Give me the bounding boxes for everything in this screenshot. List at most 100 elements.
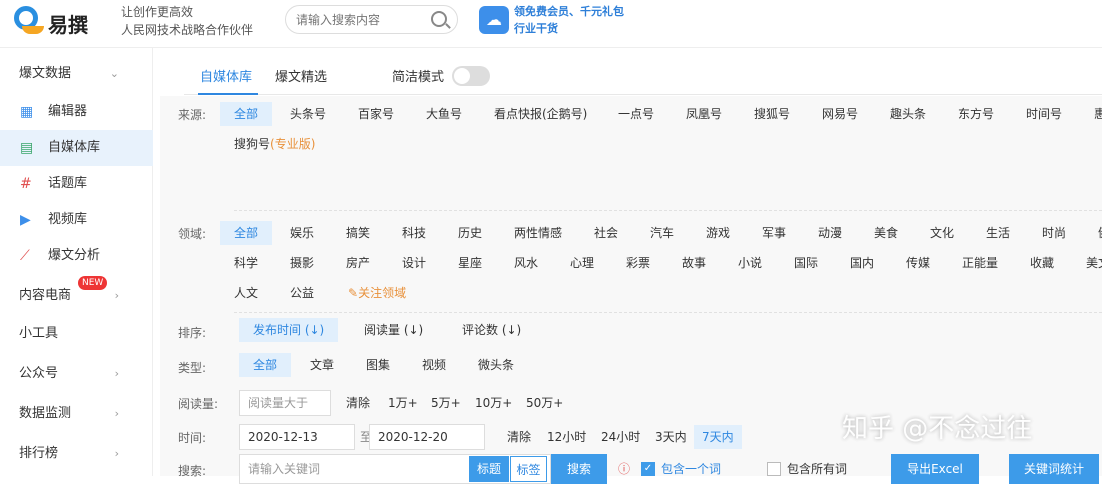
domain-option[interactable]: 搞笑 [346, 221, 370, 245]
reads-option[interactable]: 1万+ [388, 391, 418, 415]
domain-option[interactable]: 风水 [514, 251, 538, 275]
domain-option[interactable]: 科技 [402, 221, 426, 245]
source-option[interactable]: 趣头条 [890, 102, 926, 126]
help-icon[interactable]: ⓘ [618, 457, 630, 481]
domain-option[interactable]: 公益 [290, 281, 314, 305]
source-option[interactable]: 头条号 [290, 102, 326, 126]
sidebar-item-media-library[interactable]: ▤ 自媒体库 [0, 130, 153, 166]
sort-reads[interactable]: 阅读量 (↓) [364, 318, 423, 342]
domain-option[interactable]: 文化 [930, 221, 954, 245]
title-filter-button[interactable]: 标题 [469, 456, 509, 482]
domain-option[interactable]: 摄影 [290, 251, 314, 275]
domain-option[interactable]: 人文 [234, 281, 258, 305]
sidebar-item-analysis[interactable]: ⟋ 爆文分析 [0, 238, 153, 274]
domain-option[interactable]: 两性情感 [514, 221, 562, 245]
tab-media-library[interactable]: 自媒体库 [200, 66, 252, 85]
tab-hot-picks[interactable]: 爆文精选 [275, 66, 327, 85]
domain-option[interactable]: 收藏 [1030, 251, 1054, 275]
contain-one-checkbox[interactable]: ✓ [641, 462, 655, 476]
source-all[interactable]: 全部 [220, 102, 273, 126]
domain-option[interactable]: 美文 [1086, 251, 1102, 275]
domain-option[interactable]: 娱乐 [290, 221, 314, 245]
simple-mode-toggle[interactable] [452, 66, 490, 86]
source-option[interactable]: 东方号 [958, 102, 994, 126]
domain-option[interactable]: 心理 [570, 251, 594, 275]
type-option[interactable]: 微头条 [478, 353, 514, 377]
domain-option[interactable]: 故事 [682, 251, 706, 275]
reads-clear[interactable]: 清除 [346, 391, 370, 415]
domain-option[interactable]: 社会 [594, 221, 618, 245]
chart-icon: ⟋ [20, 248, 30, 264]
follow-domain-link[interactable]: ✎关注领域 [348, 281, 406, 305]
logo[interactable]: 易撰 [14, 6, 106, 37]
chat-bubble-icon[interactable]: ☁ [479, 6, 509, 34]
domain-all[interactable]: 全部 [220, 221, 273, 245]
domain-option[interactable]: 历史 [458, 221, 482, 245]
sort-comments[interactable]: 评论数 (↓) [462, 318, 521, 342]
search-icon[interactable] [431, 11, 447, 27]
global-search-input[interactable] [296, 11, 426, 29]
domain-option[interactable]: 游戏 [706, 221, 730, 245]
reads-label: 阅读量: [178, 397, 219, 411]
sidebar-item-monitoring[interactable]: 数据监测 › [0, 396, 153, 432]
start-date-input[interactable]: 2020-12-13 00:00 [239, 424, 355, 468]
domain-option[interactable]: 传媒 [906, 251, 930, 275]
domain-option[interactable]: 星座 [458, 251, 482, 275]
type-option[interactable]: 图集 [366, 353, 390, 377]
tag-filter-button[interactable]: 标签 [510, 456, 547, 482]
domain-option[interactable]: 国内 [850, 251, 874, 275]
domain-option[interactable]: 时尚 [1042, 221, 1066, 245]
domain-option[interactable]: 正能量 [962, 251, 998, 275]
reads-option[interactable]: 50万+ [526, 391, 563, 415]
domain-option[interactable]: 汽车 [650, 221, 674, 245]
export-excel-button[interactable]: 导出Excel [891, 454, 979, 484]
sidebar-item-topics[interactable]: # 话题库 [0, 166, 153, 202]
sidebar-item-official-account[interactable]: 公众号 › [0, 356, 153, 392]
reads-option[interactable]: 5万+ [431, 391, 461, 415]
source-option[interactable]: 凤凰号 [686, 102, 722, 126]
domain-option[interactable]: 房产 [346, 251, 370, 275]
domain-option[interactable]: 健 [1098, 221, 1102, 245]
domain-option[interactable]: 科学 [234, 251, 258, 275]
source-option[interactable]: 搜狐号 [754, 102, 790, 126]
sidebar-item-tools[interactable]: 小工具 [0, 316, 153, 352]
source-option[interactable]: 网易号 [822, 102, 858, 126]
source-option[interactable]: 大鱼号 [426, 102, 462, 126]
type-all[interactable]: 全部 [239, 353, 292, 377]
reads-min-input[interactable]: 阅读量大于 [239, 390, 331, 416]
source-option[interactable]: 看点快报(企鹅号) [494, 102, 587, 126]
type-option[interactable]: 视频 [422, 353, 446, 377]
source-option[interactable]: 惠 [1094, 102, 1102, 126]
domain-option[interactable]: 国际 [794, 251, 818, 275]
search-button[interactable]: 搜索 [551, 454, 607, 484]
domain-option[interactable]: 军事 [762, 221, 786, 245]
global-search[interactable] [285, 5, 458, 34]
reads-option[interactable]: 10万+ [475, 391, 512, 415]
domain-option[interactable]: 美食 [874, 221, 898, 245]
source-option[interactable]: 时间号 [1026, 102, 1062, 126]
sidebar-item-rankings[interactable]: 排行榜 › [0, 436, 153, 472]
source-option[interactable]: 一点号 [618, 102, 654, 126]
contain-all-checkbox[interactable] [767, 462, 781, 476]
sidebar-item-video[interactable]: ▶ 视频库 [0, 202, 153, 238]
domain-option[interactable]: 小说 [738, 251, 762, 275]
time-option[interactable]: 24小时 [601, 425, 640, 449]
source-sogou[interactable]: 搜狗号(专业版) [234, 132, 315, 156]
domain-option[interactable]: 设计 [402, 251, 426, 275]
type-option[interactable]: 文章 [310, 353, 334, 377]
domain-option[interactable]: 动漫 [818, 221, 842, 245]
domain-option[interactable]: 生活 [986, 221, 1010, 245]
time-7days[interactable]: 7天内 [694, 425, 742, 449]
domain-option[interactable]: 彩票 [626, 251, 650, 275]
promo-text[interactable]: 领免费会员、千元礼包 行业干货 [514, 3, 624, 37]
sidebar-item-hot-data[interactable]: 爆文数据 ⌄ [0, 56, 153, 92]
time-clear[interactable]: 清除 [507, 425, 531, 449]
time-option[interactable]: 12小时 [547, 425, 586, 449]
source-option[interactable]: 百家号 [358, 102, 394, 126]
keyword-stats-button[interactable]: 关键词统计 [1009, 454, 1099, 484]
sort-publish-time[interactable]: 发布时间 (↓) [239, 318, 339, 342]
sidebar-item-ecommerce[interactable]: 内容电商 NEW › [0, 276, 153, 314]
sidebar-item-editor[interactable]: ▦ 编辑器 [0, 94, 153, 130]
time-option[interactable]: 3天内 [655, 425, 687, 449]
end-date-input[interactable]: 2020-12-20 00:00 [369, 424, 485, 468]
